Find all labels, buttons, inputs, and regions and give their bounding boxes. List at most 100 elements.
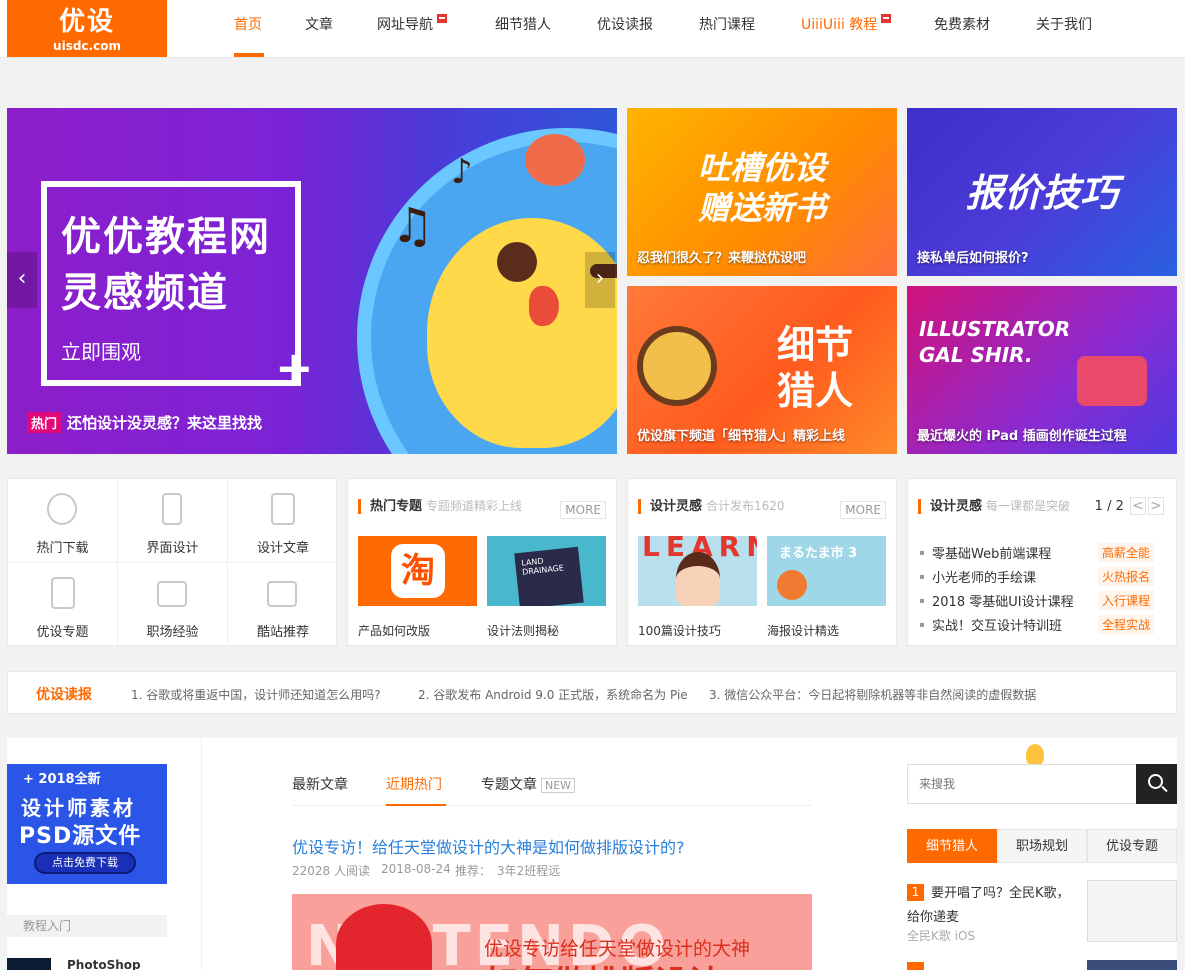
- course-item[interactable]: 实战！交互设计特训班 全程实战: [920, 615, 1166, 635]
- nav-about[interactable]: 关于我们: [1036, 0, 1092, 57]
- topic-label[interactable]: 产品如何改版: [358, 622, 430, 639]
- banner-caption-text: 还怕设计没灵感？来这里找找: [67, 414, 263, 432]
- pager-prev-button[interactable]: <: [1130, 497, 1146, 515]
- bullet: [920, 599, 924, 603]
- banner-next-button[interactable]: ›: [585, 252, 615, 308]
- hero-banner[interactable]: ♫ ♪ 优优教程网 灵感频道 立即围观 + 热门 还怕设计没灵感？来这里找找 ‹ …: [7, 108, 617, 454]
- mini-banner-caption: 优设旗下频道「细节猎人」精彩上线: [637, 429, 846, 444]
- article-cover-image[interactable]: NINTENDO 优设专访给任天堂做设计的大神 如何做排版设计: [292, 894, 812, 970]
- news-item[interactable]: 3. 微信公众平台：今日起将剔除机器等非自然阅读的虚假数据: [709, 686, 1036, 703]
- topic-thumb[interactable]: 淘: [358, 536, 477, 606]
- news-item[interactable]: 2. 谷歌发布 Android 9.0 正式版，系统命名为 Pie: [418, 686, 688, 703]
- news-title[interactable]: 优设读报: [36, 684, 92, 704]
- nav-directory[interactable]: 网址导航: [377, 0, 447, 57]
- tab-topic-label: 专题文章: [481, 777, 537, 793]
- article-reads: 22028 人阅读: [292, 864, 370, 878]
- hot-icon: [437, 14, 447, 23]
- mini-banner-feedback[interactable]: 吐槽优设 赠送新书 忍我们很久了？来鞭挞优设吧: [627, 108, 897, 276]
- inspiration-thumb[interactable]: まるたま市 3: [767, 536, 886, 606]
- news-item[interactable]: 1. 谷歌或将重返中国，设计师还知道怎么用吗?: [131, 686, 381, 703]
- nav-free-assets[interactable]: 免费素材: [934, 0, 990, 57]
- nav-home[interactable]: 首页: [234, 0, 264, 57]
- topic-thumb[interactable]: LAND DRAINAGE: [487, 536, 606, 606]
- tab-hot[interactable]: 近期热门: [386, 774, 442, 794]
- course-name: 实战！交互设计特训班: [932, 619, 1063, 634]
- logo-text: 优设: [58, 7, 115, 37]
- tab-latest[interactable]: 最新文章: [292, 774, 348, 794]
- course-item[interactable]: 小光老师的手绘课 火热报名: [920, 567, 1166, 587]
- ad-line1: + 2018全新: [23, 772, 101, 787]
- inspiration-label[interactable]: 海报设计精选: [767, 622, 839, 639]
- banner-prev-button[interactable]: ‹: [7, 252, 37, 308]
- course-name: 零基础Web前端课程: [932, 547, 1052, 562]
- tab-topic[interactable]: 专题文章 NEW: [481, 774, 576, 794]
- download-icon: [47, 493, 77, 525]
- rank-number: 1: [907, 884, 924, 901]
- article-title[interactable]: 优设专访！给任天堂做设计的大神是如何做排版设计的?: [292, 834, 685, 858]
- course-pager: 1 / 2 < >: [1095, 497, 1164, 515]
- card-subtitle: 合计发布1620: [706, 499, 785, 513]
- card-title: 热门专题 专题频道精彩上线: [358, 499, 522, 514]
- ad-line2: 设计师素材: [21, 796, 136, 820]
- nav-courses[interactable]: 热门课程: [699, 0, 755, 57]
- side-tab-career[interactable]: 职场规划: [997, 829, 1087, 863]
- inspiration-thumb[interactable]: LEARN: [638, 536, 757, 606]
- nav-articles[interactable]: 文章: [305, 0, 333, 57]
- rank-title[interactable]: 要开唱了吗？全民K歌，: [931, 882, 1070, 901]
- rank-thumb[interactable]: [1087, 880, 1177, 942]
- mini-banner-detail-hunter[interactable]: 细节 猎人 优设旗下频道「细节猎人」精彩上线: [627, 286, 897, 454]
- quick-links-card: 热门下载 界面设计 设计文章 优设专题 职场经验 酷站推荐: [7, 478, 338, 647]
- active-tab-indicator: [386, 804, 446, 806]
- quick-link-downloads[interactable]: 热门下载: [8, 479, 118, 563]
- article-date: 2018-08-24: [381, 862, 451, 876]
- search-button[interactable]: [1136, 764, 1177, 804]
- music-note-icon: ♪: [451, 152, 473, 192]
- mini-banner-caption: 忍我们很久了？来鞭挞优设吧: [637, 251, 807, 266]
- mini-banner-art-text: 吐槽优设 赠送新书: [697, 149, 826, 227]
- course-badge: 全程实战: [1097, 615, 1154, 634]
- rank-number: [907, 962, 924, 970]
- inspiration-label[interactable]: 100篇设计技巧: [638, 622, 721, 639]
- pager-next-button[interactable]: >: [1148, 497, 1164, 515]
- quick-link-career[interactable]: 职场经验: [118, 563, 228, 647]
- course-name: 2018 零基础UI设计课程: [932, 595, 1074, 610]
- rank-title-cont[interactable]: 给你递麦: [907, 906, 959, 925]
- hot-topics-card: 热门专题 专题频道精彩上线 MORE 淘 LAND DRAINAGE 产品如何改版…: [347, 478, 617, 646]
- site-logo[interactable]: 优设 uisdc.com: [7, 0, 167, 57]
- quick-link-articles[interactable]: 设计文章: [228, 479, 338, 563]
- mini-banner-art-text: 细节 猎人: [776, 323, 853, 413]
- side-tab-topics[interactable]: 优设专题: [1087, 829, 1177, 863]
- quick-link-ui-design[interactable]: 界面设计: [118, 479, 228, 563]
- nav-uiiiuiii[interactable]: UiiiUiii 教程: [801, 0, 892, 57]
- document-icon: [271, 493, 295, 525]
- illustration-plant: [1077, 356, 1147, 406]
- course-item[interactable]: 零基础Web前端课程 高薪全能: [920, 543, 1166, 563]
- plus-icon: +: [275, 341, 314, 395]
- search-icon-handle: [1161, 785, 1168, 793]
- quick-link-topics[interactable]: 优设专题: [8, 563, 118, 647]
- banner-caption[interactable]: 热门 还怕设计没灵感？来这里找找: [27, 412, 262, 433]
- quick-link-cool-sites[interactable]: 酷站推荐: [228, 563, 338, 647]
- psd-ad-banner[interactable]: + 2018全新 设计师素材 PSD源文件 点击免费下载: [7, 764, 167, 884]
- taobao-icon: 淘: [391, 544, 445, 598]
- course-item[interactable]: 2018 零基础UI设计课程 入行课程: [920, 591, 1166, 611]
- course-badge: 火热报名: [1097, 567, 1154, 586]
- tutorial-photoshop[interactable]: PhotoShop: [67, 958, 141, 970]
- banner-headline-2: 灵感频道: [61, 270, 229, 316]
- nav-news[interactable]: 优设读报: [597, 0, 653, 57]
- side-tab-detail-hunter[interactable]: 细节猎人: [907, 829, 997, 863]
- mascot-icon[interactable]: [1026, 744, 1044, 766]
- tab-divider: [292, 805, 812, 806]
- nav-detail-hunter[interactable]: 细节猎人: [495, 0, 551, 57]
- tutorial-heading: 教程入门: [7, 915, 167, 937]
- mini-banner-pricing[interactable]: 报价技巧 接私单后如何报价?: [907, 108, 1177, 276]
- more-button[interactable]: MORE: [840, 501, 886, 519]
- more-button[interactable]: MORE: [560, 501, 606, 519]
- ad-download-button[interactable]: 点击免费下载: [34, 852, 136, 874]
- rank-thumb[interactable]: [1087, 960, 1177, 970]
- banner-cta[interactable]: 立即围观: [61, 336, 141, 365]
- search-input[interactable]: [907, 764, 1137, 804]
- mini-banner-illustrator[interactable]: ILLUSTRATOR GAL SHIR. 最近爆火的 iPad 插画创作诞生过程: [907, 286, 1177, 454]
- quick-link-label: 职场经验: [146, 625, 199, 640]
- topic-label[interactable]: 设计法则揭秘: [487, 622, 559, 639]
